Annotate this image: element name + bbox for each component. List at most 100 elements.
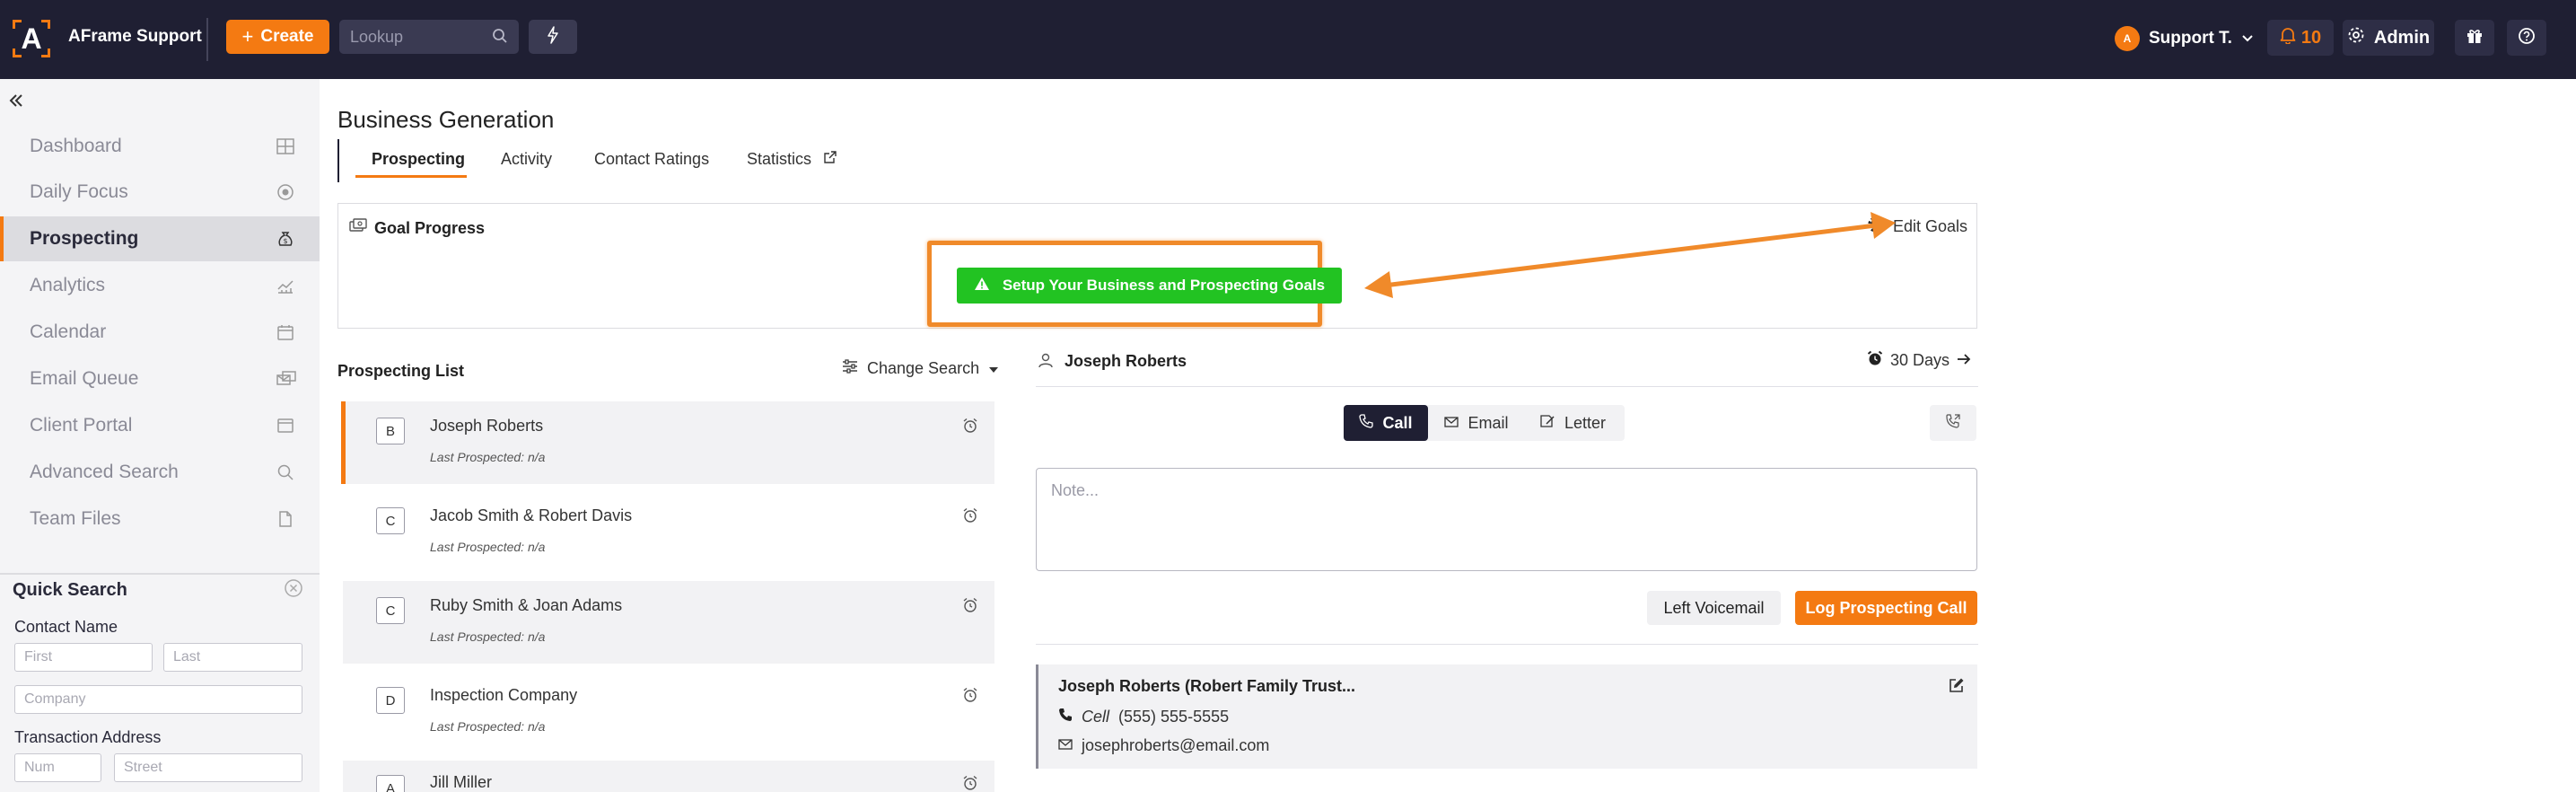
notification-count: 10: [2300, 27, 2322, 48]
contact-name: Jill Miller: [430, 773, 492, 791]
alarm-icon[interactable]: [962, 687, 978, 708]
alarm-icon[interactable]: [962, 418, 978, 438]
phone-outgoing-icon: [1945, 413, 1961, 434]
dial-button[interactable]: [1930, 405, 1976, 441]
arrow-right-icon: [1957, 351, 1971, 370]
alarm-icon[interactable]: [962, 775, 978, 792]
help-icon: [2518, 27, 2536, 49]
admin-label: Admin: [2373, 27, 2431, 48]
admin-button[interactable]: Admin: [2343, 20, 2434, 56]
log-prospecting-call-button[interactable]: Log Prospecting Call: [1795, 591, 1977, 625]
quick-action-button[interactable]: [529, 20, 577, 54]
sidebar-item-label: Prospecting: [30, 228, 139, 249]
contact-phone-row[interactable]: Cell (555) 555-5555: [1058, 708, 1229, 726]
street-field[interactable]: [114, 753, 302, 782]
page-title: Business Generation: [337, 106, 555, 133]
lookup-input[interactable]: [350, 27, 485, 47]
gear-icon: [2347, 26, 2365, 49]
tab-prospecting[interactable]: Prospecting: [372, 150, 465, 169]
last-name-field[interactable]: [163, 643, 302, 672]
left-voicemail-button[interactable]: Left Voicemail: [1647, 591, 1781, 625]
sidebar-item-label: Email Queue: [30, 368, 139, 389]
tab-contact-ratings[interactable]: Contact Ratings: [594, 150, 709, 169]
contact-name: Inspection Company: [430, 686, 578, 704]
sliders-icon: [842, 359, 858, 378]
bolt-icon: [547, 25, 559, 48]
setup-goals-label: Setup Your Business and Prospecting Goal…: [1002, 277, 1326, 294]
tab-statistics-label: Statistics: [747, 150, 812, 168]
sidebar-item-label: Analytics: [30, 275, 106, 295]
alarm-clock-icon: [1867, 350, 1883, 371]
contact-name-label: Contact Name: [14, 618, 118, 636]
contact-name: Ruby Smith & Joan Adams: [430, 596, 623, 614]
sidebar-item-label: Advanced Search: [30, 462, 179, 482]
tab-activity[interactable]: Activity: [501, 150, 552, 169]
search-icon: [276, 463, 294, 486]
email-address: josephroberts@email.com: [1082, 736, 1270, 754]
chart-icon: [276, 277, 294, 299]
sidebar-item-daily-focus[interactable]: Daily Focus: [0, 170, 320, 215]
tab-statistics[interactable]: Statistics: [747, 150, 837, 169]
lookup-box[interactable]: [339, 20, 519, 54]
quick-search-divider: [0, 573, 320, 575]
list-item[interactable]: D Inspection Company Last Prospected: n/…: [343, 671, 994, 753]
tab-bar: Prospecting Activity Contact Ratings Sta…: [337, 139, 840, 182]
email-queue-icon: [276, 370, 296, 392]
setup-goals-button[interactable]: Setup Your Business and Prospecting Goal…: [957, 268, 1342, 304]
last-prospected: Last Prospected: n/a: [430, 450, 546, 464]
aframe-logo[interactable]: A: [13, 20, 50, 57]
avatar: A: [2115, 26, 2140, 51]
contact-email-row[interactable]: josephroberts@email.com: [1058, 736, 1269, 755]
contact-method-toggle: Call Email Letter: [1344, 405, 1625, 441]
change-search-dropdown[interactable]: Change Search: [842, 359, 999, 378]
sidebar-item-advanced-search[interactable]: Advanced Search: [0, 450, 320, 495]
gift-button[interactable]: [2455, 20, 2494, 56]
call-tab-button[interactable]: Call: [1344, 405, 1428, 441]
company-field[interactable]: [14, 685, 302, 714]
goal-icon: [349, 218, 367, 239]
alarm-icon[interactable]: [962, 507, 978, 528]
follow-up-days-link[interactable]: 30 Days: [1867, 350, 1971, 371]
edit-goals-label: Edit Goals: [1892, 217, 1967, 235]
sidebar-item-team-files[interactable]: Team Files: [0, 497, 320, 541]
first-name-field[interactable]: [14, 643, 153, 672]
sidebar-item-prospecting[interactable]: Prospecting $: [0, 216, 320, 261]
user-menu[interactable]: A Support T.: [2115, 23, 2254, 54]
divider: [1036, 386, 1978, 387]
plus-icon: +: [241, 25, 254, 48]
list-item[interactable]: C Ruby Smith & Joan Adams Last Prospecte…: [343, 581, 994, 664]
list-item[interactable]: C Jacob Smith & Robert Davis Last Prospe…: [343, 491, 994, 574]
browser-icon: [276, 417, 294, 439]
notifications-button[interactable]: 10: [2267, 20, 2334, 56]
user-name: Support T.: [2149, 29, 2232, 48]
gift-icon: [2466, 27, 2484, 49]
letter-tab-button[interactable]: Letter: [1525, 405, 1620, 441]
caret-down-icon: [988, 359, 999, 378]
sidebar-item-dashboard[interactable]: Dashboard: [0, 124, 320, 169]
external-link-icon: [823, 150, 837, 168]
create-button[interactable]: + Create: [226, 20, 329, 54]
edit-icon[interactable]: [1949, 677, 1965, 698]
note-textarea[interactable]: [1036, 468, 1977, 571]
sidebar-item-client-portal[interactable]: Client Portal: [0, 403, 320, 448]
search-icon[interactable]: [492, 28, 508, 48]
sidebar-item-calendar[interactable]: Calendar: [0, 310, 320, 355]
address-number-field[interactable]: [14, 753, 101, 782]
clear-search-icon[interactable]: [284, 578, 303, 603]
help-button[interactable]: [2507, 20, 2546, 56]
sidebar-item-analytics[interactable]: Analytics: [0, 263, 320, 308]
envelope-icon: [1058, 736, 1073, 755]
contact-card-title[interactable]: Joseph Roberts (Robert Family Trust...: [1058, 677, 1355, 696]
list-item[interactable]: A Jill Miller: [343, 761, 994, 792]
list-item[interactable]: B Joseph Roberts Last Prospected: n/a: [341, 401, 994, 484]
goal-progress-title: Goal Progress: [374, 219, 486, 237]
bell-icon: [2280, 26, 2296, 49]
contact-name: Joseph Roberts: [430, 417, 544, 435]
email-tab-button[interactable]: Email: [1433, 405, 1520, 441]
alarm-icon[interactable]: [962, 597, 978, 618]
app-name: AFrame Support: [68, 27, 202, 46]
phone-icon: [1058, 708, 1073, 726]
active-tab-indicator: [355, 175, 467, 178]
collapse-sidebar-icon[interactable]: [7, 92, 25, 114]
sidebar-item-email-queue[interactable]: Email Queue: [0, 356, 320, 401]
